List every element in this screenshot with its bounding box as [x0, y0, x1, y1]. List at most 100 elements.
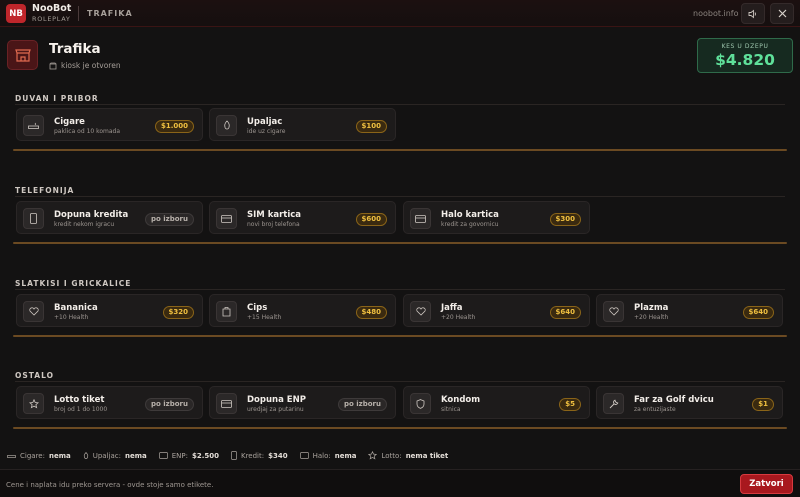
price-badge: $5	[559, 398, 581, 411]
heart-icon	[410, 301, 431, 322]
item-card-far-za-golf-dvicu[interactable]: Far za Golf dvicu za entuzijaste $1	[596, 386, 783, 419]
lighter-icon	[216, 115, 237, 136]
status-label: ENP:	[171, 451, 188, 460]
topbar-divider	[78, 6, 79, 21]
price-badge: $600	[355, 213, 387, 226]
item-card-halo-kartica[interactable]: Halo kartica kredit za govornicu $300	[403, 201, 590, 234]
brand: NooBot ROLEPLAY	[32, 4, 71, 22]
item-desc: za entuzijaste	[634, 406, 676, 413]
status-label: Cigare:	[20, 451, 45, 460]
page-title: Trafika	[49, 41, 101, 57]
item-card-cips[interactable]: Cips +15 Health $480	[209, 294, 396, 327]
wallet-label: KES U DZEPU	[721, 43, 769, 50]
item-name: Upaljac	[247, 117, 283, 127]
section-divider	[15, 196, 785, 197]
item-card-sim-kartica[interactable]: SIM kartica novi broj telefona $600	[209, 201, 396, 234]
item-name: SIM kartica	[247, 210, 302, 220]
item-name: Plazma	[634, 303, 669, 313]
item-desc: novi broj telefona	[247, 221, 300, 228]
cigarette-icon	[23, 115, 44, 136]
status-halo: Halo: nema	[299, 451, 356, 460]
item-desc: uredjaj za putarinu	[247, 406, 304, 413]
close-window-button[interactable]	[770, 3, 794, 24]
item-name: Cips	[247, 303, 268, 313]
section-accent-line	[13, 149, 787, 151]
footer-note: Cene i naplata idu preko servera - ovde …	[6, 481, 214, 489]
wallet-value: $4.820	[715, 51, 775, 69]
bottom-bar: Cene i naplata idu preko servera - ovde …	[0, 469, 800, 497]
section-title: DUVAN I PRIBOR	[15, 94, 99, 103]
item-name: Kondom	[441, 395, 481, 405]
phone-icon	[231, 451, 237, 460]
item-card-bananica[interactable]: Bananica +10 Health $320	[16, 294, 203, 327]
item-card-plazma[interactable]: Plazma +20 Health $640	[596, 294, 783, 327]
item-name: Far za Golf dvicu	[634, 395, 714, 405]
store-small-icon	[49, 62, 57, 69]
card-icon	[158, 452, 168, 459]
heart-icon	[23, 301, 44, 322]
section-accent-line	[13, 242, 787, 244]
item-desc: broj od 1 do 1000	[54, 406, 108, 413]
status-value: $2.500	[191, 451, 219, 460]
item-desc: +20 Health	[441, 314, 476, 321]
section-accent-line	[13, 335, 787, 337]
brand-logo: NB	[6, 4, 26, 23]
card-icon	[216, 208, 237, 229]
window-title: TRAFIKA	[87, 9, 133, 18]
item-card-dopuna-kredita[interactable]: Dopuna kredita kredit nekom igracu po iz…	[16, 201, 203, 234]
status-label: Kredit:	[240, 451, 265, 460]
price-badge: $320	[162, 306, 194, 319]
status-enp: ENP: $2.500	[158, 451, 219, 460]
item-desc: kredit za govornicu	[441, 221, 499, 228]
status-lotto: Lotto: nema tiket	[368, 451, 448, 460]
shield-icon	[410, 393, 431, 414]
sound-button[interactable]	[741, 3, 765, 24]
price-badge: $300	[549, 213, 581, 226]
section-divider	[15, 104, 785, 105]
item-card-jaffa[interactable]: Jaffa +20 Health $640	[403, 294, 590, 327]
item-card-cigare[interactable]: Cigare paklica od 10 komada $1.000	[16, 108, 203, 141]
status-value: nema	[124, 451, 147, 460]
brand-name: NooBot	[32, 3, 72, 14]
price-badge: $640	[742, 306, 774, 319]
item-card-dopuna-enp[interactable]: Dopuna ENP uredjaj za putarinu po izboru	[209, 386, 396, 419]
site-domain: noobot.info	[693, 9, 739, 18]
cigarette-icon	[7, 454, 16, 458]
status-label: Halo:	[312, 451, 331, 460]
item-card-lotto-tiket[interactable]: Lotto tiket broj od 1 do 1000 po izboru	[16, 386, 203, 419]
speaker-icon	[748, 9, 756, 18]
card-icon	[299, 452, 309, 459]
card-icon	[216, 393, 237, 414]
close-icon	[778, 9, 786, 18]
item-name: Jaffa	[441, 303, 463, 313]
close-button[interactable]: Zatvori	[740, 474, 793, 494]
price-badge: po izboru	[338, 398, 387, 411]
item-card-kondom[interactable]: Kondom sitnica $5	[403, 386, 590, 419]
brand-subtitle: ROLEPLAY	[32, 14, 71, 23]
wrench-icon	[603, 393, 624, 414]
price-badge: po izboru	[145, 213, 194, 226]
phone-icon	[23, 208, 44, 229]
price-badge: $1.000	[154, 120, 194, 133]
item-desc: sitnica	[441, 406, 461, 413]
price-badge: po izboru	[145, 398, 194, 411]
section-accent-line	[13, 427, 787, 429]
item-name: Halo kartica	[441, 210, 499, 220]
star-icon	[368, 451, 378, 460]
item-desc: paklica od 10 komada	[54, 128, 121, 135]
price-badge: $100	[355, 120, 387, 133]
price-badge: $640	[549, 306, 581, 319]
item-desc: kredit nekom igracu	[54, 221, 115, 228]
status-value: nema tiket	[405, 451, 449, 460]
bag-icon	[216, 301, 237, 322]
item-desc: ide uz cigare	[247, 128, 286, 135]
status-label: Lotto:	[381, 451, 402, 460]
status-cigare: Cigare: nema	[7, 452, 71, 460]
section-title: TELEFONIJA	[15, 186, 75, 195]
wallet-panel: KES U DZEPU $4.820	[697, 38, 793, 73]
status-value: nema	[48, 451, 71, 460]
status-value: $340	[268, 451, 288, 460]
item-card-upaljac[interactable]: Upaljac ide uz cigare $100	[209, 108, 396, 141]
item-name: Dopuna ENP	[247, 395, 306, 405]
kiosk-status-text: kiosk je otvoren	[61, 61, 121, 70]
